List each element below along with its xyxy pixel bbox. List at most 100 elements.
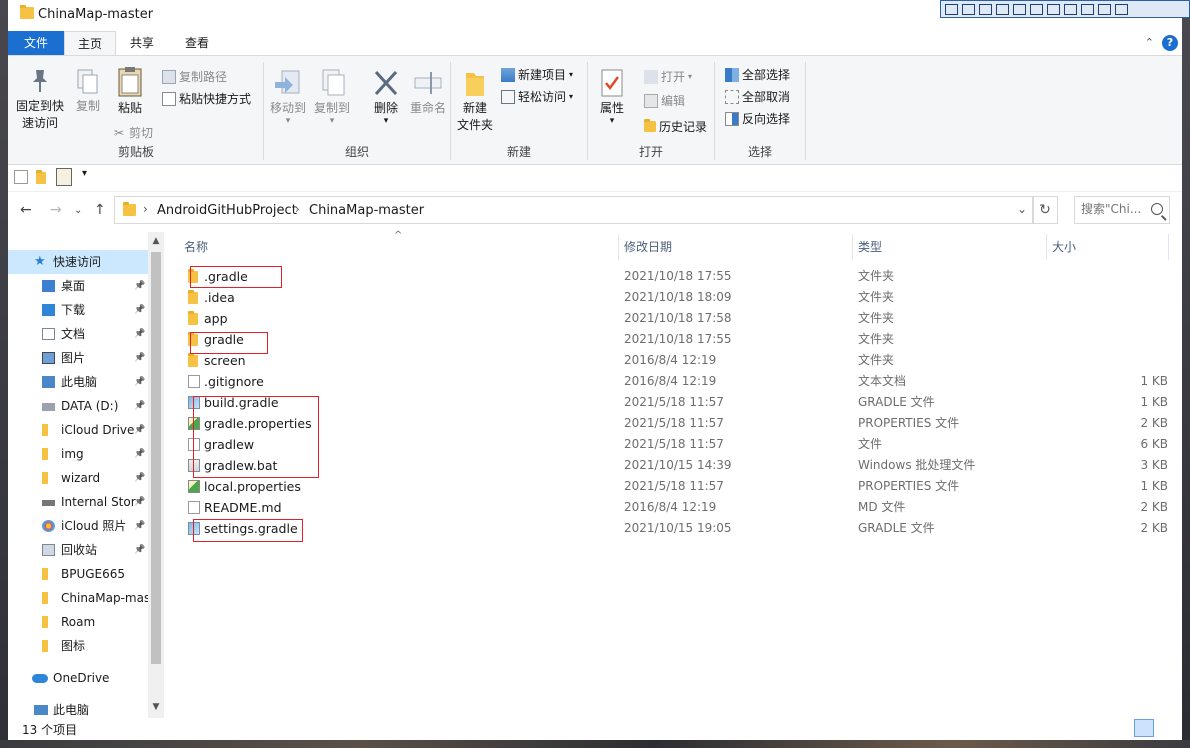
- file-row[interactable]: .gitignore 2016/8/4 12:19 文本文档 1 KB: [178, 371, 1168, 392]
- select-all-button[interactable]: 全部选择: [725, 66, 790, 83]
- nav-item[interactable]: Internal Stor 📌: [8, 490, 148, 514]
- nav-item[interactable]: 回收站 📌: [8, 538, 148, 562]
- pin-icon[interactable]: 📌: [134, 514, 145, 538]
- address-bar[interactable]: › AndroidGitHubProject › ChinaMap-master…: [114, 196, 1034, 224]
- column-header-name[interactable]: 名称: [184, 232, 208, 262]
- nav-item[interactable]: Roam: [8, 610, 148, 634]
- nav-item[interactable]: iCloud Drive 📌: [8, 418, 148, 442]
- column-divider[interactable]: [852, 234, 853, 260]
- file-row[interactable]: app 2021/10/18 17:58 文件夹: [178, 308, 1168, 329]
- tab-home[interactable]: 主页: [64, 31, 116, 55]
- properties-button[interactable]: 属性 ▾: [596, 68, 628, 126]
- scroll-up-icon[interactable]: ▲: [148, 236, 164, 246]
- back-icon[interactable]: ←: [20, 202, 32, 218]
- tool-icon[interactable]: [1047, 3, 1060, 15]
- nav-item[interactable]: wizard 📌: [8, 466, 148, 490]
- forward-icon[interactable]: →: [50, 202, 62, 218]
- column-header-size[interactable]: 大小: [1052, 232, 1076, 262]
- tool-icon[interactable]: [1013, 3, 1026, 15]
- delete-button[interactable]: 删除 ▾: [368, 68, 404, 126]
- column-header-type[interactable]: 类型: [858, 232, 882, 262]
- file-row[interactable]: .idea 2021/10/18 18:09 文件夹: [178, 287, 1168, 308]
- breadcrumb-chevron-icon[interactable]: ›: [295, 202, 300, 216]
- paste-icon[interactable]: [56, 168, 72, 186]
- nav-item[interactable]: 下载 📌: [8, 298, 148, 322]
- file-row[interactable]: README.md 2016/8/4 12:19 MD 文件 2 KB: [178, 497, 1168, 518]
- edit-button[interactable]: 编辑: [644, 92, 685, 109]
- recent-locations-icon[interactable]: ⌄: [74, 205, 82, 216]
- nav-item[interactable]: 文档 📌: [8, 322, 148, 346]
- tool-icon[interactable]: [979, 3, 992, 15]
- refresh-icon[interactable]: ↻: [1032, 196, 1058, 224]
- select-none-button[interactable]: 全部取消: [725, 88, 790, 105]
- nav-item[interactable]: iCloud 照片 📌: [8, 514, 148, 538]
- copy-path-button[interactable]: 复制路径: [162, 68, 227, 85]
- easy-access-button[interactable]: 轻松访问 ▾: [501, 88, 573, 105]
- tool-icon[interactable]: [1064, 3, 1077, 15]
- new-folder-icon[interactable]: [36, 170, 46, 184]
- nav-scrollbar[interactable]: ▲ ▼: [148, 232, 164, 718]
- tool-icon[interactable]: [1081, 3, 1094, 15]
- help-icon[interactable]: ?: [1162, 35, 1178, 51]
- file-row[interactable]: build.gradle 2021/5/18 11:57 GRADLE 文件 1 KB: [178, 392, 1168, 413]
- large-icons-view-icon[interactable]: [1158, 719, 1176, 737]
- breadcrumb-chinamap-master[interactable]: ChinaMap-master: [309, 203, 424, 218]
- column-divider[interactable]: [618, 234, 619, 260]
- pin-icon[interactable]: 📌: [134, 418, 145, 442]
- scroll-down-icon[interactable]: ▼: [148, 702, 164, 712]
- file-row[interactable]: screen 2016/8/4 12:19 文件夹: [178, 350, 1168, 371]
- breadcrumb-android-project[interactable]: AndroidGitHubProject: [157, 203, 297, 218]
- tab-share[interactable]: 共享: [120, 31, 164, 55]
- open-button[interactable]: 打开 ▾: [644, 68, 692, 85]
- up-icon[interactable]: ↑: [94, 202, 106, 218]
- pin-icon[interactable]: 📌: [134, 394, 145, 418]
- copy-to-button[interactable]: 复制到 ▾: [312, 68, 352, 126]
- tool-icon[interactable]: [1098, 3, 1111, 15]
- rename-button[interactable]: 重命名: [408, 68, 448, 117]
- tab-file[interactable]: 文件: [8, 31, 64, 55]
- file-row[interactable]: settings.gradle 2021/10/15 19:05 GRADLE 文件…: [178, 518, 1168, 539]
- nav-item[interactable]: 桌面 📌: [8, 274, 148, 298]
- customize-dropdown-icon[interactable]: ▾: [82, 168, 96, 182]
- new-folder-button[interactable]: 新建 文件夹: [455, 68, 495, 134]
- file-row[interactable]: gradlew.bat 2021/10/15 14:39 Windows 批处理文件…: [178, 455, 1168, 476]
- nav-item[interactable]: 图片 📌: [8, 346, 148, 370]
- pin-quick-access-button[interactable]: 固定到快 速访问: [14, 68, 66, 132]
- nav-quick-access[interactable]: ★ 快速访问: [8, 250, 148, 274]
- nav-item[interactable]: img 📌: [8, 442, 148, 466]
- pin-icon[interactable]: 📌: [134, 274, 145, 298]
- address-history-dropdown-icon[interactable]: ⌄: [1017, 202, 1027, 216]
- tool-icon[interactable]: [945, 3, 958, 15]
- scroll-thumb[interactable]: [151, 252, 161, 664]
- nav-item[interactable]: ChinaMap-mas: [8, 586, 148, 610]
- file-row[interactable]: gradle.properties 2021/5/18 11:57 PROPERTI…: [178, 413, 1168, 434]
- file-row[interactable]: .gradle 2021/10/18 17:55 文件夹: [178, 266, 1168, 287]
- pin-icon[interactable]: 📌: [134, 370, 145, 394]
- pin-icon[interactable]: 📌: [134, 322, 145, 346]
- column-divider[interactable]: [1168, 234, 1169, 260]
- cut-button[interactable]: ✂ 剪切: [112, 124, 153, 141]
- pin-icon[interactable]: 📌: [134, 442, 145, 466]
- properties-check-icon[interactable]: [14, 170, 28, 184]
- file-row[interactable]: gradlew 2021/5/18 11:57 文件 6 KB: [178, 434, 1168, 455]
- history-button[interactable]: 历史记录: [644, 118, 707, 135]
- nav-item[interactable]: 此电脑 📌: [8, 370, 148, 394]
- invert-selection-button[interactable]: 反向选择: [725, 110, 790, 127]
- column-divider[interactable]: [1046, 234, 1047, 260]
- pin-icon[interactable]: 📌: [134, 298, 145, 322]
- tool-icon[interactable]: [1115, 3, 1128, 15]
- move-to-button[interactable]: 移动到 ▾: [268, 68, 308, 126]
- pin-icon[interactable]: 📌: [134, 466, 145, 490]
- paste-button[interactable]: 粘贴: [112, 66, 148, 117]
- tab-view[interactable]: 查看: [172, 31, 222, 55]
- tool-icon[interactable]: [996, 3, 1009, 15]
- nav-this-pc-root[interactable]: 此电脑: [8, 698, 148, 718]
- pin-icon[interactable]: 📌: [134, 490, 145, 514]
- nav-item[interactable]: BPUGE665: [8, 562, 148, 586]
- breadcrumb-chevron-icon[interactable]: ›: [143, 202, 148, 216]
- paste-shortcut-button[interactable]: 粘贴快捷方式: [162, 90, 251, 107]
- pin-icon[interactable]: 📌: [134, 346, 145, 370]
- search-input[interactable]: [1081, 202, 1145, 216]
- ribbon-collapse-icon[interactable]: ⌃: [1145, 36, 1154, 49]
- search-box[interactable]: [1074, 196, 1170, 224]
